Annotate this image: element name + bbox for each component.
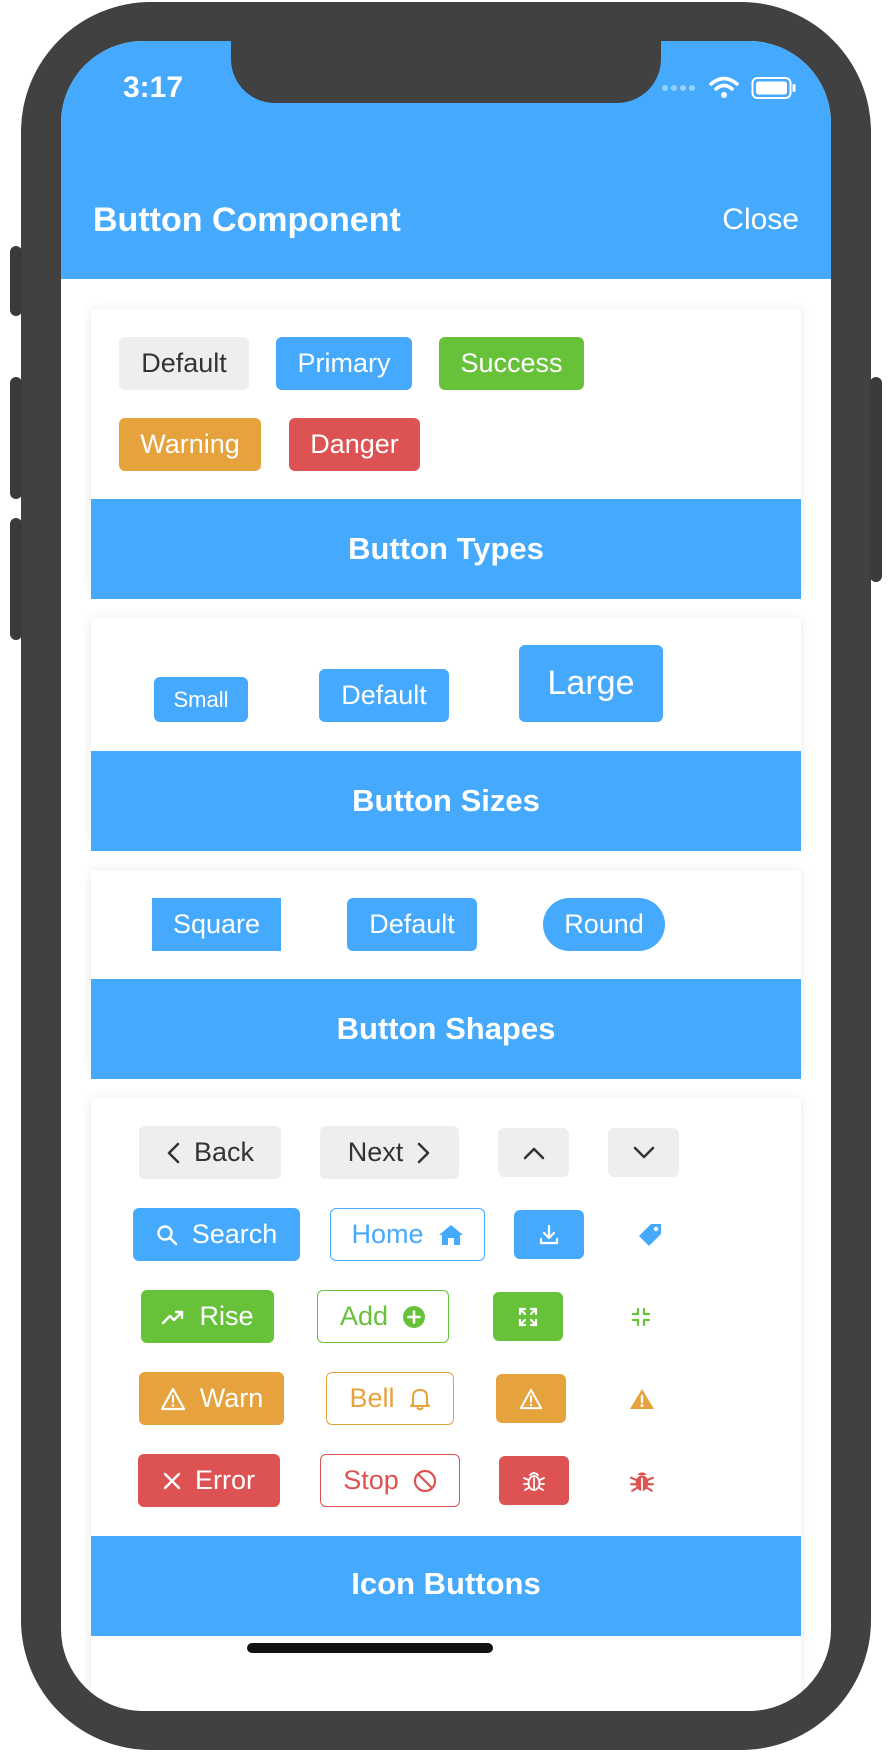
square-button[interactable]: Square xyxy=(152,898,281,951)
default-shape-button[interactable]: Default xyxy=(347,898,477,951)
stop-button[interactable]: Stop xyxy=(320,1454,460,1507)
back-button[interactable]: Back xyxy=(139,1126,281,1179)
warn-label: Warn xyxy=(199,1383,264,1413)
rise-label: Rise xyxy=(199,1301,254,1331)
bell-label: Bell xyxy=(349,1383,395,1413)
button-types-footer: Button Types xyxy=(91,499,801,599)
chevron-right-icon xyxy=(417,1142,431,1164)
home-icon xyxy=(438,1223,464,1247)
add-label: Add xyxy=(339,1301,389,1331)
battery-icon xyxy=(751,76,797,100)
shrink-button[interactable] xyxy=(601,1292,681,1341)
search-icon xyxy=(156,1224,178,1246)
icon-buttons-card: Back Next Search Home Rise Add Warn Bell… xyxy=(91,1098,801,1711)
bell-button[interactable]: Bell xyxy=(326,1372,454,1425)
button-sizes-card: Small Default Large Button Sizes xyxy=(91,618,801,851)
bug-text-button[interactable] xyxy=(602,1456,682,1505)
success-button[interactable]: Success xyxy=(439,337,584,390)
error-button[interactable]: Error xyxy=(138,1454,280,1507)
warn-button[interactable]: Warn xyxy=(139,1372,284,1425)
error-label: Error xyxy=(195,1465,255,1495)
silent-switch xyxy=(10,246,22,316)
default-button[interactable]: Default xyxy=(119,337,249,390)
wifi-icon xyxy=(709,76,739,100)
default-size-button[interactable]: Default xyxy=(319,669,449,722)
next-button[interactable]: Next xyxy=(320,1126,459,1179)
stop-label: Stop xyxy=(343,1465,399,1495)
trending-up-icon xyxy=(161,1308,185,1326)
volume-up-button xyxy=(10,377,22,499)
stop-icon xyxy=(413,1469,437,1493)
fullscreen-button[interactable] xyxy=(493,1292,563,1341)
alert-text-button[interactable] xyxy=(602,1374,682,1423)
small-button[interactable]: Small xyxy=(154,677,248,722)
signal-icon xyxy=(661,84,697,92)
volume-down-button xyxy=(10,518,22,640)
close-button[interactable]: Close xyxy=(722,203,799,237)
button-shapes-footer: Button Shapes xyxy=(91,979,801,1079)
round-button[interactable]: Round xyxy=(543,898,665,951)
alert-triangle-icon xyxy=(519,1388,543,1410)
notch xyxy=(231,41,661,103)
down-button[interactable] xyxy=(608,1128,679,1177)
button-sizes-footer: Button Sizes xyxy=(91,751,801,851)
chevron-down-icon xyxy=(633,1146,655,1160)
up-button[interactable] xyxy=(498,1128,569,1177)
power-button xyxy=(870,377,882,582)
chevron-left-icon xyxy=(166,1142,180,1164)
close-icon xyxy=(163,1472,181,1490)
nav-bar: Button Component Close xyxy=(61,161,831,279)
bug-button[interactable] xyxy=(499,1456,569,1505)
page-title: Button Component xyxy=(93,201,401,239)
search-button[interactable]: Search xyxy=(133,1208,300,1261)
button-types-card: Default Primary Success Warning Danger B… xyxy=(91,309,801,599)
status-icons xyxy=(661,73,797,103)
home-indicator[interactable] xyxy=(247,1643,493,1653)
expand-icon xyxy=(517,1306,539,1328)
plus-circle-icon xyxy=(402,1305,426,1329)
back-label: Back xyxy=(193,1137,255,1167)
bell-icon xyxy=(409,1387,431,1411)
status-bar: 3:17 xyxy=(61,41,831,161)
next-label: Next xyxy=(347,1137,404,1167)
tag-icon xyxy=(637,1222,663,1248)
status-time: 3:17 xyxy=(123,71,184,104)
button-shapes-card: Square Default Round Button Shapes xyxy=(91,870,801,1079)
icon-buttons-footer: Icon Buttons xyxy=(91,1536,801,1636)
alert-triangle-filled-icon xyxy=(629,1387,655,1411)
search-label: Search xyxy=(191,1219,278,1249)
phone-screen: 3:17 Button Component Close Default Prim… xyxy=(61,41,831,1711)
download-button[interactable] xyxy=(514,1210,584,1259)
chevron-up-icon xyxy=(523,1146,545,1160)
warning-button[interactable]: Warning xyxy=(119,418,261,471)
home-label: Home xyxy=(351,1219,424,1249)
add-button[interactable]: Add xyxy=(317,1290,449,1343)
download-icon xyxy=(538,1224,560,1246)
large-button[interactable]: Large xyxy=(519,645,663,722)
danger-button[interactable]: Danger xyxy=(289,418,420,471)
bug-filled-icon xyxy=(629,1468,655,1494)
rise-button[interactable]: Rise xyxy=(141,1290,274,1343)
tag-button[interactable] xyxy=(609,1210,691,1259)
bug-icon xyxy=(522,1469,546,1493)
primary-button[interactable]: Primary xyxy=(276,337,412,390)
warning-icon xyxy=(160,1387,186,1411)
compress-icon xyxy=(629,1305,653,1329)
home-button[interactable]: Home xyxy=(330,1208,485,1261)
alert-button[interactable] xyxy=(496,1374,566,1423)
